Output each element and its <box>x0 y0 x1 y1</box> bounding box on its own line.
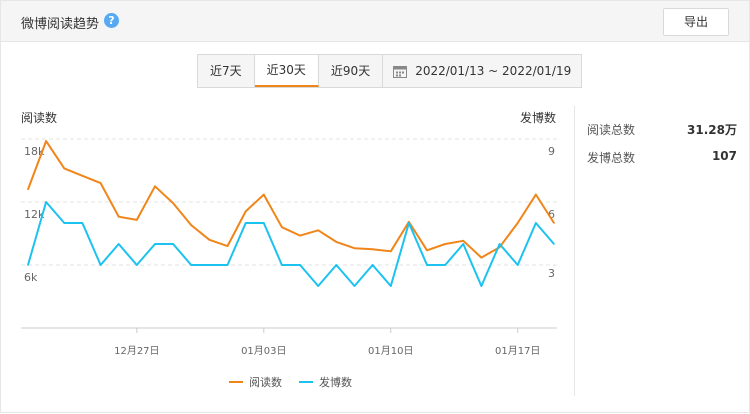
data-point <box>117 243 120 245</box>
data-point <box>226 264 229 266</box>
data-point <box>117 215 120 218</box>
data-point <box>299 264 301 266</box>
data-point <box>136 219 138 221</box>
data-point <box>408 222 410 224</box>
y-right-tick: 6 <box>548 208 555 221</box>
data-point <box>335 264 338 266</box>
data-point <box>226 245 229 247</box>
stat-post-total: 发博总数 107 <box>587 149 737 166</box>
data-point <box>172 202 174 204</box>
data-point <box>244 222 247 224</box>
date-range-text: 2022/01/13 ~ 2022/01/19 <box>415 64 572 78</box>
x-tick-label: 01月10日 <box>368 345 413 357</box>
data-point <box>190 224 193 226</box>
data-point <box>426 264 428 266</box>
data-point <box>353 285 356 287</box>
data-point <box>317 229 320 232</box>
legend-label: 发博数 <box>319 376 352 389</box>
data-point <box>480 256 483 259</box>
x-tick-label: 01月03日 <box>241 345 286 357</box>
panel: 微博阅读趋势 ? 导出 近7天 近30天 近90天 2022/01/13 ~ 2… <box>0 0 750 413</box>
data-point <box>371 248 374 251</box>
date-range-selector: 近7天 近30天 近90天 2022/01/13 ~ 2022/01/19 <box>197 54 583 88</box>
y-left-tick: 12k <box>24 208 45 221</box>
data-point <box>81 174 84 177</box>
data-point <box>462 243 465 245</box>
legend-swatch <box>229 381 243 383</box>
data-point <box>353 247 356 249</box>
data-point <box>45 201 47 203</box>
data-point <box>190 264 193 266</box>
data-point <box>244 210 247 213</box>
range-option-90[interactable]: 近90天 <box>319 55 384 87</box>
data-point <box>81 222 84 224</box>
data-point <box>99 182 102 184</box>
export-button[interactable]: 导出 <box>663 8 729 36</box>
data-point <box>335 241 338 243</box>
data-point <box>371 264 374 266</box>
data-point <box>462 240 465 242</box>
data-point <box>516 222 519 224</box>
data-point <box>498 246 501 248</box>
data-point <box>535 222 537 224</box>
stat-post-value: 107 <box>711 149 737 163</box>
x-tick-label: 12月27日 <box>114 345 159 357</box>
y-left-tick: 6k <box>24 271 38 284</box>
data-point <box>535 193 537 196</box>
data-point <box>317 285 320 287</box>
y-right-axis-label: 发博数 <box>520 111 557 125</box>
legend-label: 阅读数 <box>249 376 282 389</box>
stat-read-total: 阅读总数 31.28万 <box>587 121 737 138</box>
data-point <box>408 221 410 223</box>
range-option-30[interactable]: 近30天 <box>254 55 319 87</box>
range-option-7[interactable]: 近7天 <box>198 55 255 87</box>
data-point <box>281 226 283 228</box>
data-point <box>154 185 156 188</box>
data-point <box>63 167 66 170</box>
x-tick-label: 01月17日 <box>495 345 540 357</box>
data-point <box>480 285 483 287</box>
help-icon[interactable]: ? <box>104 13 119 28</box>
data-point <box>27 264 29 266</box>
panel-title: 微博阅读趋势 <box>21 17 100 32</box>
data-point <box>262 222 265 224</box>
data-point <box>262 193 265 196</box>
data-point <box>281 264 283 266</box>
panel-header: 微博阅读趋势 ? 导出 <box>1 1 749 42</box>
data-point <box>172 243 174 245</box>
data-point <box>27 188 29 191</box>
y-right-tick: 3 <box>548 267 555 280</box>
data-point <box>498 243 501 245</box>
legend-item-read[interactable]: 阅读数 <box>229 374 282 390</box>
data-point <box>444 264 446 266</box>
stat-read-label: 阅读总数 <box>587 123 636 137</box>
series-line-post <box>27 201 555 287</box>
data-point <box>63 222 66 224</box>
data-point <box>553 243 555 245</box>
legend-item-post[interactable]: 发博数 <box>299 374 352 390</box>
data-point <box>516 264 519 266</box>
data-point <box>553 222 555 224</box>
data-point <box>154 243 156 245</box>
data-point <box>208 239 211 241</box>
data-point <box>389 250 392 253</box>
data-point <box>389 285 392 287</box>
series-line-read <box>27 140 555 259</box>
y-left-axis-label: 阅读数 <box>21 111 58 125</box>
legend-swatch <box>299 381 313 383</box>
data-point <box>136 264 138 266</box>
stats-panel: 阅读总数 31.28万 发博总数 107 <box>574 106 750 396</box>
y-right-tick: 9 <box>548 145 555 158</box>
calendar-icon <box>393 65 408 78</box>
data-point <box>444 243 446 245</box>
date-picker[interactable]: 2022/01/13 ~ 2022/01/19 <box>383 55 581 87</box>
stat-read-value: 31.28万 <box>687 123 737 137</box>
data-point <box>208 264 211 266</box>
data-point <box>99 264 102 266</box>
data-point <box>299 234 301 237</box>
y-left-tick: 18k <box>24 145 45 158</box>
stat-post-label: 发博总数 <box>587 151 636 165</box>
data-point <box>426 249 428 252</box>
data-point <box>45 140 47 142</box>
